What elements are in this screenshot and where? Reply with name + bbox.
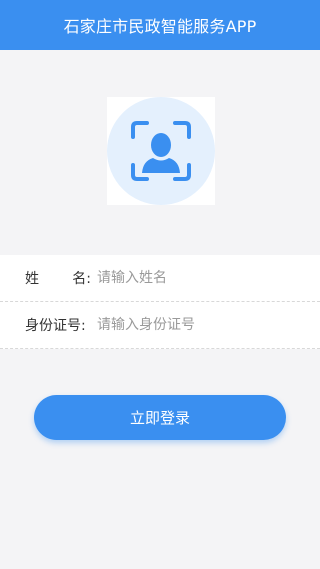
name-label: 姓 名:: [25, 268, 91, 288]
name-row: 姓 名:: [0, 255, 320, 302]
login-wrap: 立即登录: [0, 395, 320, 440]
name-label-char1: 姓: [25, 271, 39, 287]
face-recognition-box[interactable]: [107, 97, 215, 205]
app-header: 石家庄市民政智能服务APP: [0, 0, 320, 50]
face-scan-icon: [131, 121, 191, 181]
name-input[interactable]: [95, 269, 299, 287]
avatar-circle: [107, 97, 215, 205]
id-number-label: 身份证号:: [25, 318, 86, 334]
id-number-input[interactable]: [95, 316, 299, 334]
login-button[interactable]: 立即登录: [34, 395, 286, 440]
login-form: 姓 名: 身份证号:: [0, 255, 320, 349]
avatar-area: [0, 50, 320, 255]
app-title: 石家庄市民政智能服务APP: [63, 17, 257, 36]
id-number-row: 身份证号:: [0, 302, 320, 349]
name-label-char2: 名:: [72, 271, 91, 287]
